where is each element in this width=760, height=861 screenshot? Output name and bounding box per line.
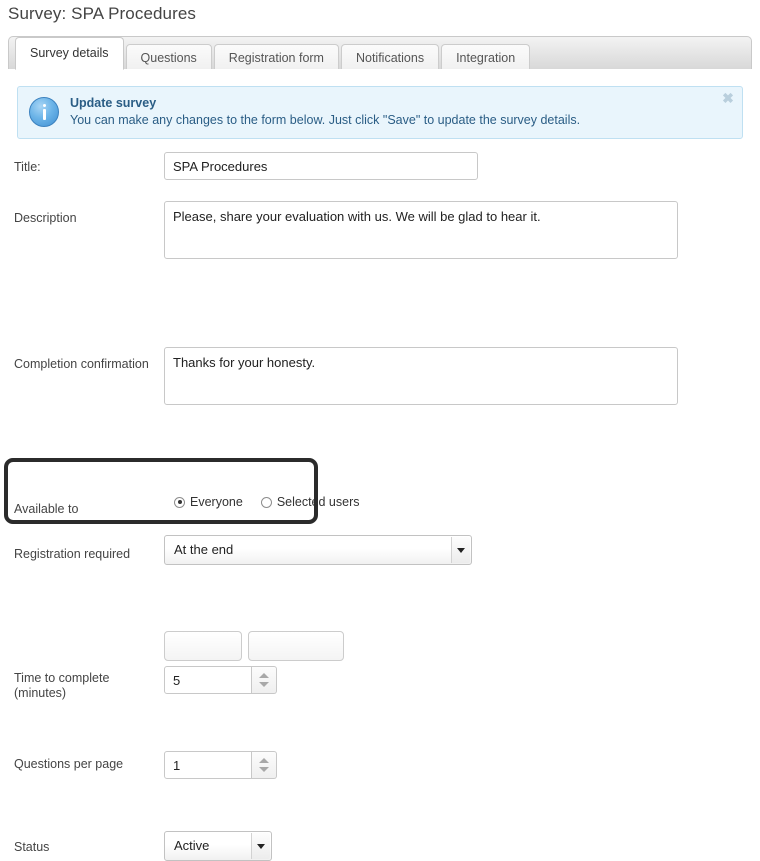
- radio-selected-users[interactable]: Selected users: [260, 495, 360, 509]
- radio-everyone-label: Everyone: [190, 495, 243, 509]
- stepper-down-icon[interactable]: [259, 682, 269, 687]
- cancel-button[interactable]: [248, 631, 344, 661]
- row-time-to-complete: Time to complete (minutes): [8, 268, 752, 700]
- stepper-up-icon[interactable]: [259, 758, 269, 763]
- radio-everyone[interactable]: Everyone: [174, 495, 243, 509]
- close-icon[interactable]: ✖: [720, 90, 736, 106]
- row-completion-confirmation: Completion confirmation: [8, 207, 752, 405]
- stepper-down-icon[interactable]: [259, 767, 269, 772]
- time-to-complete-label-line2: (minutes): [14, 686, 67, 700]
- tab-integration[interactable]: Integration: [441, 44, 531, 70]
- registration-required-value: At the end: [174, 542, 234, 557]
- status-label: Status: [14, 840, 50, 854]
- save-button[interactable]: [164, 631, 242, 661]
- row-questions-per-page: Questions per page: [8, 296, 752, 779]
- radio-dot-icon: [174, 496, 185, 508]
- radio-selected-users-label: Selected users: [276, 495, 360, 509]
- registration-required-select[interactable]: At the end: [164, 535, 472, 565]
- notice-text: You can make any changes to the form bel…: [70, 113, 581, 127]
- tab-registration-form[interactable]: Registration form: [213, 44, 339, 70]
- completion-confirmation-label: Completion confirmation: [14, 357, 149, 371]
- notice-title: Update survey: [70, 96, 157, 110]
- tab-notifications[interactable]: Notifications: [340, 44, 440, 70]
- status-value: Active: [174, 838, 210, 853]
- info-icon: [29, 97, 59, 127]
- registration-required-label: Registration required: [14, 547, 131, 561]
- tab-bar: Survey details Questions Registration fo…: [8, 36, 752, 70]
- survey-details-form: Title: Description Completion confirmati…: [8, 146, 752, 861]
- status-select[interactable]: Active: [164, 831, 272, 861]
- time-to-complete-input[interactable]: [164, 666, 252, 694]
- questions-per-page-label: Questions per page: [14, 757, 124, 771]
- radio-dot-icon: [260, 496, 272, 508]
- tab-questions[interactable]: Questions: [125, 44, 212, 70]
- time-to-complete-stepper[interactable]: [252, 666, 277, 694]
- row-description: Description: [8, 146, 752, 259]
- stepper-up-icon[interactable]: [259, 673, 269, 678]
- page-title: Survey: SPA Procedures: [8, 4, 197, 23]
- tab-panel-survey-details: Update survey You can make any changes t…: [8, 69, 752, 861]
- available-to-label: Available to: [14, 502, 79, 516]
- questions-per-page-input[interactable]: [164, 751, 252, 779]
- update-survey-notice: Update survey You can make any changes t…: [17, 86, 743, 139]
- notice-body: Update survey You can make any changes t…: [70, 95, 712, 129]
- chevron-down-icon: [451, 537, 470, 563]
- tab-survey-details[interactable]: Survey details: [15, 37, 124, 70]
- completion-confirmation-textarea[interactable]: [164, 347, 678, 405]
- questions-per-page-stepper[interactable]: [252, 751, 277, 779]
- time-to-complete-label-line1: Time to complete: [14, 671, 110, 685]
- chevron-down-icon: [251, 833, 270, 859]
- tab-strip: Survey details Questions Registration fo…: [9, 37, 532, 70]
